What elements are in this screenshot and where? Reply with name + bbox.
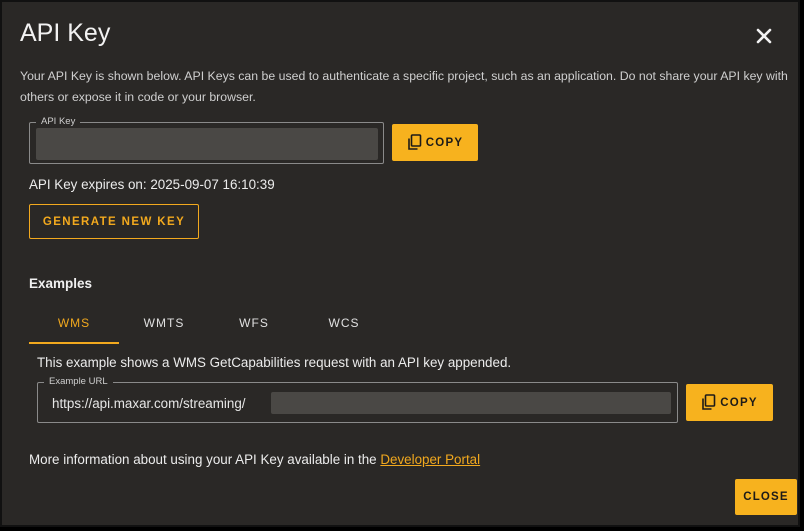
copy-icon: [701, 394, 716, 411]
example-description: This example shows a WMS GetCapabilities…: [37, 355, 512, 370]
example-tabs: WMS WMTS WFS WCS: [29, 302, 389, 344]
examples-heading: Examples: [29, 276, 93, 291]
tab-wfs[interactable]: WFS: [209, 302, 299, 344]
more-info-label: More information about using your API Ke…: [29, 452, 377, 467]
example-url-value: https://api.maxar.com/streaming/: [52, 396, 246, 411]
more-info-text: More information about using your API Ke…: [29, 452, 480, 467]
generate-new-key-button[interactable]: GENERATE NEW KEY: [29, 204, 199, 239]
copy-api-key-label: COPY: [425, 136, 464, 149]
api-key-dialog: API Key Your API Key is shown below. API…: [0, 0, 800, 527]
developer-portal-link[interactable]: Developer Portal: [380, 452, 480, 467]
example-url-label: Example URL: [44, 375, 113, 389]
copy-example-url-label: COPY: [720, 396, 758, 409]
example-url-key-masked: [271, 392, 671, 414]
close-button[interactable]: CLOSE: [735, 479, 797, 515]
tab-wcs[interactable]: WCS: [299, 302, 389, 344]
api-key-expiry: API Key expires on: 2025-09-07 16:10:39: [29, 177, 275, 192]
tab-wms[interactable]: WMS: [29, 302, 119, 344]
copy-example-url-button[interactable]: COPY: [686, 384, 773, 421]
api-key-value-masked: [36, 128, 378, 160]
copy-icon: [407, 134, 422, 151]
copy-api-key-button[interactable]: COPY: [392, 124, 478, 161]
api-key-field[interactable]: API Key: [29, 115, 384, 164]
dialog-description: Your API Key is shown below. API Keys ca…: [20, 69, 788, 104]
api-key-label: API Key: [36, 115, 81, 129]
dialog-title: API Key: [20, 19, 111, 47]
example-url-field[interactable]: Example URL https://api.maxar.com/stream…: [37, 375, 678, 423]
tab-wmts[interactable]: WMTS: [119, 302, 209, 344]
close-icon[interactable]: [750, 22, 778, 50]
